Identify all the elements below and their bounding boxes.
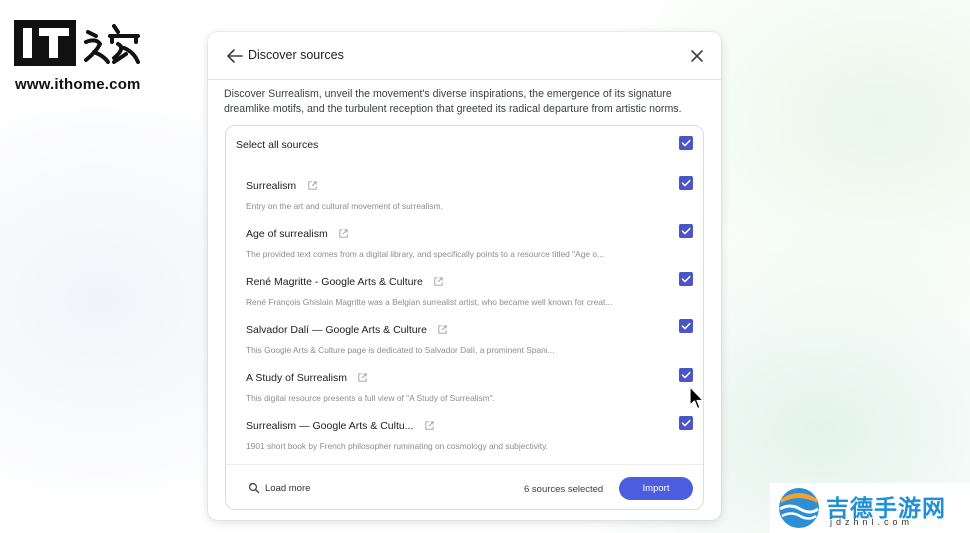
source-item[interactable]: Surrealism Entry on the art and cultural… bbox=[246, 177, 666, 211]
source-title: Salvador Dalí — Google Arts & Culture bbox=[246, 323, 427, 336]
source-checkbox[interactable] bbox=[679, 416, 693, 430]
selected-count: 6 sources selected bbox=[524, 484, 604, 495]
source-description: This Google Arts & Culture page is dedic… bbox=[246, 345, 555, 355]
source-item[interactable]: A Study of Surrealism This digital resou… bbox=[246, 369, 666, 403]
source-title: Surrealism — Google Arts & Cultu... bbox=[246, 419, 414, 432]
source-checkbox[interactable] bbox=[679, 272, 693, 286]
ithome-url: www.ithome.com bbox=[15, 76, 141, 93]
sources-list: Select all sources Surrealism Entry on t… bbox=[225, 125, 704, 510]
dialog-title: Discover sources bbox=[248, 48, 344, 62]
source-description: 1901 short book by French philosopher ru… bbox=[246, 441, 548, 451]
source-item[interactable]: René Magritte - Google Arts & Culture Re… bbox=[246, 273, 666, 307]
source-checkbox[interactable] bbox=[679, 319, 693, 333]
load-more-button[interactable]: Load more bbox=[248, 482, 310, 494]
load-more-label: Load more bbox=[265, 482, 311, 494]
mouse-cursor-icon bbox=[689, 386, 704, 410]
close-icon[interactable] bbox=[687, 46, 707, 66]
source-title: Age of surrealism bbox=[246, 227, 328, 240]
source-title: René Magritte - Google Arts & Culture bbox=[246, 275, 423, 288]
source-item[interactable]: Salvador Dalí — Google Arts & Culture Th… bbox=[246, 321, 666, 355]
open-external-icon[interactable] bbox=[307, 180, 318, 191]
select-all-checkbox[interactable] bbox=[679, 136, 693, 150]
source-item[interactable]: Surrealism — Google Arts & Cultu... 1901… bbox=[246, 417, 666, 451]
footer-divider bbox=[226, 464, 703, 465]
source-title: A Study of Surrealism bbox=[246, 371, 347, 384]
jdzhnl-url: jdzhnl.com bbox=[830, 517, 914, 527]
open-external-icon[interactable] bbox=[338, 228, 349, 239]
open-external-icon[interactable] bbox=[433, 276, 444, 287]
source-title: Surrealism bbox=[246, 179, 297, 192]
source-description: This digital resource presents a full vi… bbox=[246, 393, 495, 403]
source-description: Entry on the art and cultural movement o… bbox=[246, 201, 443, 211]
ithome-logo bbox=[14, 18, 144, 70]
select-all-label: Select all sources bbox=[236, 139, 319, 151]
source-checkbox[interactable] bbox=[679, 368, 693, 382]
open-external-icon[interactable] bbox=[424, 420, 435, 431]
load-more-icon bbox=[248, 482, 260, 494]
source-description: The provided text comes from a digital l… bbox=[246, 249, 604, 259]
arrow-back-icon[interactable] bbox=[224, 45, 246, 67]
open-external-icon[interactable] bbox=[437, 324, 448, 335]
dialog-header: Discover sources bbox=[208, 32, 721, 80]
source-checkbox[interactable] bbox=[679, 176, 693, 190]
source-description: René François Ghislain Magritte was a Be… bbox=[246, 297, 613, 307]
import-button[interactable]: Import bbox=[619, 477, 693, 500]
discover-sources-dialog: Discover sources Discover Surrealism, un… bbox=[208, 32, 721, 520]
open-external-icon[interactable] bbox=[357, 372, 368, 383]
jdzhnl-logo bbox=[779, 488, 819, 528]
jdzhnl-watermark: 吉德手游网 jdzhnl.com bbox=[770, 483, 970, 533]
dialog-description: Discover Surrealism, unveil the movement… bbox=[224, 88, 682, 115]
source-item[interactable]: Age of surrealism The provided text come… bbox=[246, 225, 666, 259]
source-checkbox[interactable] bbox=[679, 224, 693, 238]
